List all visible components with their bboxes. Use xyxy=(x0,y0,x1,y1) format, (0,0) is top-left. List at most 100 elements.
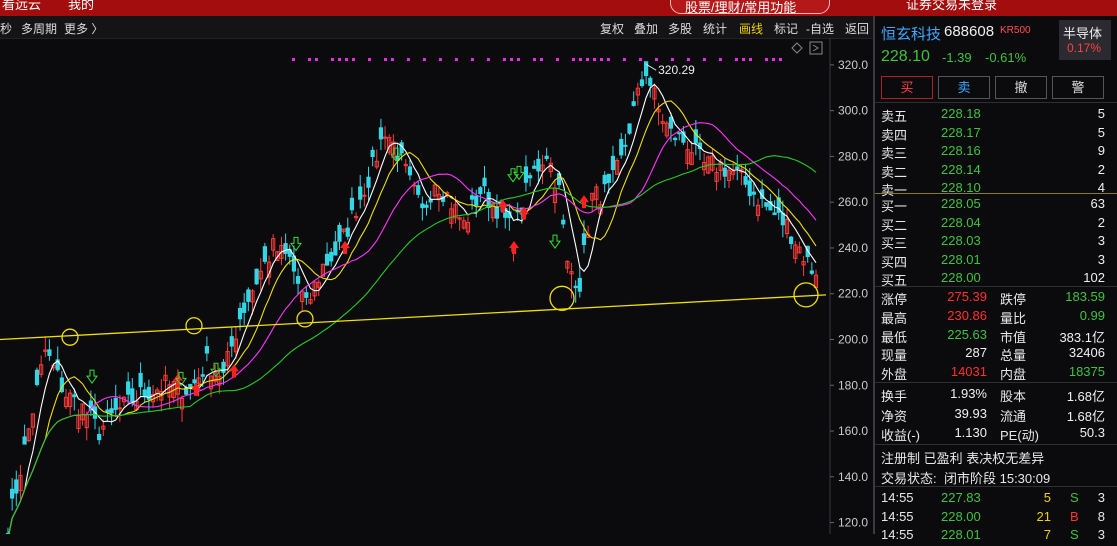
candle-body xyxy=(329,251,334,262)
stock-name: 恒玄科技 xyxy=(881,26,942,43)
stat-label: PE(动) xyxy=(1000,428,1040,443)
toolbar-stats[interactable]: 统计 xyxy=(703,20,727,37)
signal-marker xyxy=(345,58,348,61)
kline-chart[interactable]: 320.0 300.0 280.0 260.0 240.0 220.0 200.0 180.0… xyxy=(0,38,873,534)
tick-row: 14:55 228.01 7 S 3 xyxy=(875,527,1117,546)
candle-body xyxy=(72,394,77,398)
toolbar-multi-period[interactable]: 多周期 xyxy=(21,20,57,37)
ask-volume: 5 xyxy=(1097,106,1105,121)
candle-body xyxy=(97,433,102,441)
candle-body xyxy=(291,255,297,272)
candle-body xyxy=(772,212,777,216)
signal-marker xyxy=(735,58,738,61)
tick-price: 228.01 xyxy=(941,527,981,542)
price-change: -1.39 xyxy=(942,50,972,65)
candle-body xyxy=(237,307,243,320)
stat-value: 230.86 xyxy=(947,307,987,323)
ask-price: 228.17 xyxy=(941,124,981,140)
ask-level-label: 卖三 xyxy=(881,146,908,162)
candle-body xyxy=(420,203,425,209)
toolbar-second[interactable]: 秒 xyxy=(0,20,12,37)
y-tick-label: 300.0 xyxy=(838,104,868,118)
signal-marker xyxy=(292,58,295,61)
candle-body xyxy=(764,202,769,207)
signal-marker xyxy=(503,58,506,61)
candle-body xyxy=(221,361,226,373)
ma60-line xyxy=(8,155,817,534)
candle-body xyxy=(428,199,433,203)
candle-body xyxy=(295,276,301,284)
support-trendline xyxy=(0,294,827,341)
candle-body xyxy=(283,243,288,254)
stat-value: 50.3 xyxy=(1079,425,1105,440)
stat-value: 275.39 xyxy=(947,289,987,304)
tick-time: 14:55 xyxy=(881,490,914,505)
signal-marker xyxy=(639,58,642,61)
candle-body xyxy=(610,155,616,171)
stat-row: 净资 39.93 流通 1.68亿 xyxy=(875,406,1117,425)
touch-point-circle xyxy=(61,328,79,346)
candle-body xyxy=(349,197,355,211)
signal-marker xyxy=(487,58,490,61)
tick-count: 8 xyxy=(1097,508,1105,524)
candle-body xyxy=(246,289,251,302)
alert-button[interactable]: 警 xyxy=(1052,76,1104,99)
sell-button[interactable]: 卖 xyxy=(938,76,990,99)
candle-body xyxy=(627,123,632,134)
signal-marker xyxy=(742,58,745,61)
toolbar-multi-stock[interactable]: 多股 xyxy=(668,20,692,37)
candle-body xyxy=(623,144,628,147)
diamond-icon xyxy=(791,42,803,54)
sector-tag[interactable]: 半导体 0.17% xyxy=(1059,20,1111,60)
buy-button[interactable]: 买 xyxy=(881,76,933,99)
ask-price: 228.18 xyxy=(941,106,981,121)
toolbar-overlay[interactable]: 叠加 xyxy=(634,20,658,37)
candle-body xyxy=(34,369,40,386)
candle-body xyxy=(677,132,682,135)
stat-label: 市值 xyxy=(1000,329,1027,345)
toolbar-back[interactable]: 返回 xyxy=(845,20,869,37)
nav-item-cloud[interactable]: 看远云 xyxy=(2,0,41,13)
chart-toolbar: 秒 多周期 更多 〉 复权 叠加 多股 统计 画线 标记 -自选 返回 xyxy=(0,16,873,39)
stat-value: 1.93% xyxy=(950,386,987,401)
stat-row: 收益(-) 1.130 PE(动) 50.3 xyxy=(875,425,1117,444)
signal-marker xyxy=(586,58,589,61)
trade-status-value: 闭市阶段 15:30:09 xyxy=(944,471,1051,486)
search-input[interactable]: 股票/理财/常用功能 xyxy=(670,0,830,15)
login-status[interactable]: 证券交易未登录 xyxy=(906,0,997,13)
cancel-order-button[interactable]: 撤 xyxy=(995,76,1047,99)
signal-marker xyxy=(352,58,355,61)
signal-marker xyxy=(556,58,559,61)
candle-body xyxy=(494,206,500,219)
candle-body xyxy=(474,195,479,206)
toolbar-mark[interactable]: 标记 xyxy=(774,20,798,37)
nav-item-mine[interactable]: 我的 xyxy=(68,0,94,13)
bid-level-label: 买一 xyxy=(881,199,908,214)
tick-volume: 7 xyxy=(1043,527,1051,542)
stat-label: 总量 xyxy=(1000,348,1027,364)
bid-volume: 63 xyxy=(1090,196,1105,211)
signal-marker xyxy=(772,58,775,61)
candle-body xyxy=(532,165,537,169)
candle-body xyxy=(809,270,814,274)
tick-price: 227.83 xyxy=(941,490,981,505)
bid-price: 228.05 xyxy=(941,196,981,211)
tick-side: B xyxy=(1070,508,1079,524)
toolbar-more[interactable]: 更多 〉 xyxy=(64,20,103,37)
toolbar-watchlist[interactable]: -自选 xyxy=(806,20,834,37)
candle-body xyxy=(192,379,197,384)
stat-value: 1.130 xyxy=(954,425,987,440)
y-tick-label: 120.0 xyxy=(838,516,868,530)
candle-body xyxy=(109,408,114,414)
candle-body xyxy=(577,277,582,292)
bid-volume: 3 xyxy=(1097,251,1105,267)
ask-row: 卖三 228.16 9 xyxy=(875,143,1117,162)
candle-body xyxy=(366,176,371,188)
toolbar-draw[interactable]: 画线 xyxy=(739,20,763,37)
signal-marker xyxy=(607,58,610,61)
toolbar-adjust[interactable]: 复权 xyxy=(600,20,624,37)
candle-body xyxy=(130,388,135,404)
stat-label: 外盘 xyxy=(881,367,908,383)
stock-kr-badge: KR500 xyxy=(1000,25,1031,36)
stat-row: 现量 287 总量 32406 xyxy=(875,345,1117,364)
